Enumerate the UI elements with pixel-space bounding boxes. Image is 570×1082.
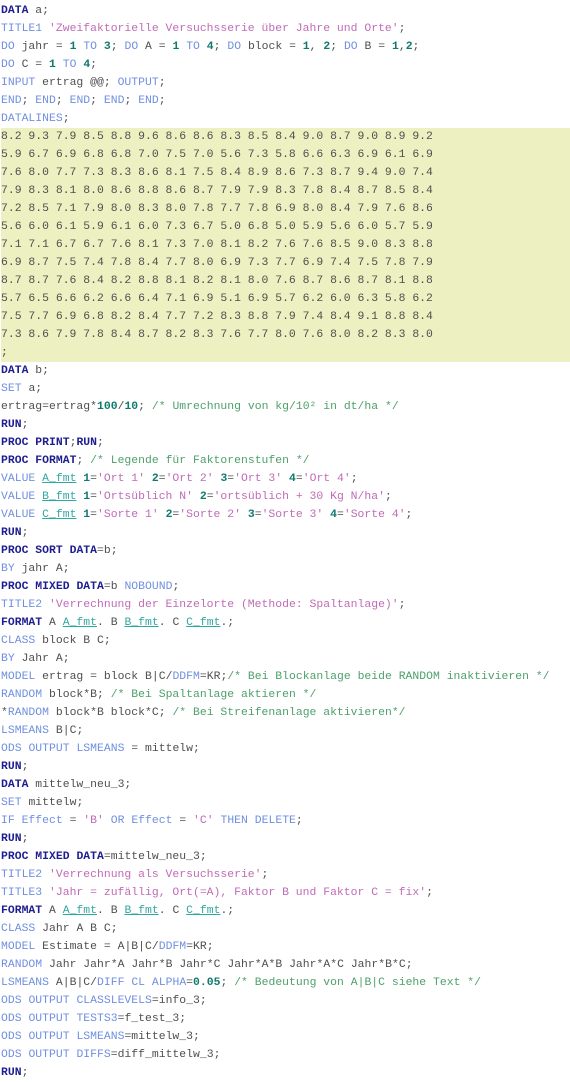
datalines-row: 6.9 8.7 7.5 7.4 7.8 8.4 7.7 8.0 6.9 7.3 … (1, 254, 570, 272)
code-line: FORMAT A A_fmt. B B_fmt. C C_fmt.; (1, 617, 235, 629)
code-line: DATALINES; (1, 113, 70, 125)
code-line: IF Effect = 'B' OR Effect = 'C' THEN DEL… (1, 815, 303, 827)
code-line: INPUT ertrag @@; OUTPUT; (1, 77, 166, 89)
code-line: DATA a; (1, 5, 50, 17)
datalines-row: 5.9 6.7 6.9 6.8 6.8 7.0 7.5 7.0 5.6 7.3 … (1, 146, 570, 164)
code-line: RUN; (1, 527, 29, 539)
datalines-row: 7.1 7.1 6.7 6.7 7.6 8.1 7.3 7.0 8.1 8.2 … (1, 236, 570, 254)
code-line: END; END; END; END; END; (1, 95, 166, 107)
code-line: ODS OUTPUT DIFFS=diff_mittelw_3; (1, 1049, 221, 1061)
code-line: PROC MIXED DATA=mittelw_neu_3; (1, 851, 207, 863)
code-line: RUN; (1, 833, 29, 845)
code-line: RANDOM Jahr Jahr*A Jahr*B Jahr*C Jahr*A*… (1, 959, 413, 971)
code-line: RUN; (1, 1067, 29, 1079)
code-line: PROC FORMAT; /* Legende für Faktorenstuf… (1, 455, 310, 467)
code-line: VALUE B_fmt 1='Ortsüblich N' 2='ortsübli… (1, 491, 392, 503)
code-line: DATA mittelw_neu_3; (1, 779, 132, 791)
code-line: BY Jahr A; (1, 653, 70, 665)
code-line: DATA b; (1, 365, 50, 377)
code-line: SET a; (1, 383, 43, 395)
code-line: ODS OUTPUT LSMEANS = mittelw; (1, 743, 200, 755)
code-line: PROC SORT DATA=b; (1, 545, 118, 557)
datalines-row: 5.6 6.0 6.1 5.9 6.1 6.0 7.3 6.7 5.0 6.8 … (1, 218, 570, 236)
code-line: LSMEANS B|C; (1, 725, 84, 737)
datalines-row: 7.3 8.6 7.9 7.8 8.4 8.7 8.2 8.3 7.6 7.7 … (1, 326, 570, 344)
code-line: PROC MIXED DATA=b NOBOUND; (1, 581, 180, 593)
datalines-row: 7.5 7.7 6.9 6.8 8.2 8.4 7.7 7.2 8.3 8.8 … (1, 308, 570, 326)
code-line: PROC PRINT;RUN; (1, 437, 104, 449)
code-line: TITLE1 'Zweifaktorielle Versuchsserie üb… (1, 23, 406, 35)
code-line: SET mittelw; (1, 797, 84, 809)
datalines-row: 7.6 8.0 7.7 7.3 8.3 8.6 8.1 7.5 8.4 8.9 … (1, 164, 570, 182)
code-line: VALUE A_fmt 1='Ort 1' 2='Ort 2' 3='Ort 3… (1, 473, 358, 485)
code-line: DO C = 1 TO 4; (1, 59, 98, 71)
code-line: ertrag=ertrag*100/10; /* Umrechnung von … (1, 401, 399, 413)
code-line: TITLE2 'Verrechnung der Einzelorte (Meth… (1, 599, 406, 611)
code-line: RUN; (1, 761, 29, 773)
code-line: MODEL ertrag = block B|C/DDFM=KR;/* Bei … (1, 671, 550, 683)
code-line: VALUE C_fmt 1='Sorte 1' 2='Sorte 2' 3='S… (1, 509, 413, 521)
code-line: TITLE3 'Jahr = zufällig, Ort(=A), Faktor… (1, 887, 433, 899)
datalines-row: 5.7 6.5 6.6 6.2 6.6 6.4 7.1 6.9 5.1 6.9 … (1, 290, 570, 308)
datalines-row: 8.2 9.3 7.9 8.5 8.8 9.6 8.6 8.6 8.3 8.5 … (1, 128, 570, 146)
code-line: RANDOM block*B; /* Bei Spaltanlage aktie… (1, 689, 317, 701)
code-line: BY jahr A; (1, 563, 70, 575)
code-line: ODS OUTPUT CLASSLEVELS=info_3; (1, 995, 207, 1007)
datalines-row: 7.2 8.5 7.1 7.9 8.0 8.3 8.0 7.8 7.7 7.8 … (1, 200, 570, 218)
code-line: ODS OUTPUT TESTS3=f_test_3; (1, 1013, 187, 1025)
code-line: DO jahr = 1 TO 3; DO A = 1 TO 4; DO bloc… (1, 41, 420, 53)
code-line: *RANDOM block*B block*C; /* Bei Streifen… (1, 707, 406, 719)
code-line: MODEL Estimate = A|B|C/DDFM=KR; (1, 941, 214, 953)
code-line: ODS OUTPUT LSMEANS=mittelw_3; (1, 1031, 200, 1043)
datalines-row: 8.7 8.7 7.6 8.4 8.2 8.8 8.1 8.2 8.1 8.0 … (1, 272, 570, 290)
code-line: TITLE2 'Verrechnung als Versuchsserie'; (1, 869, 269, 881)
sas-code-listing: DATA a; TITLE1 'Zweifaktorielle Versuchss… (0, 0, 570, 1082)
datalines-row: ; (1, 344, 570, 362)
datalines-row: 7.9 8.3 8.1 8.0 8.6 8.8 8.6 8.7 7.9 7.9 … (1, 182, 570, 200)
code-line: CLASS block B C; (1, 635, 111, 647)
code-line: FORMAT A A_fmt. B B_fmt. C C_fmt.; (1, 905, 235, 917)
code-line: LSMEANS A|B|C/DIFF CL ALPHA=0.05; /* Bed… (1, 977, 481, 989)
code-line: RUN; (1, 419, 29, 431)
code-line: CLASS Jahr A B C; (1, 923, 118, 935)
